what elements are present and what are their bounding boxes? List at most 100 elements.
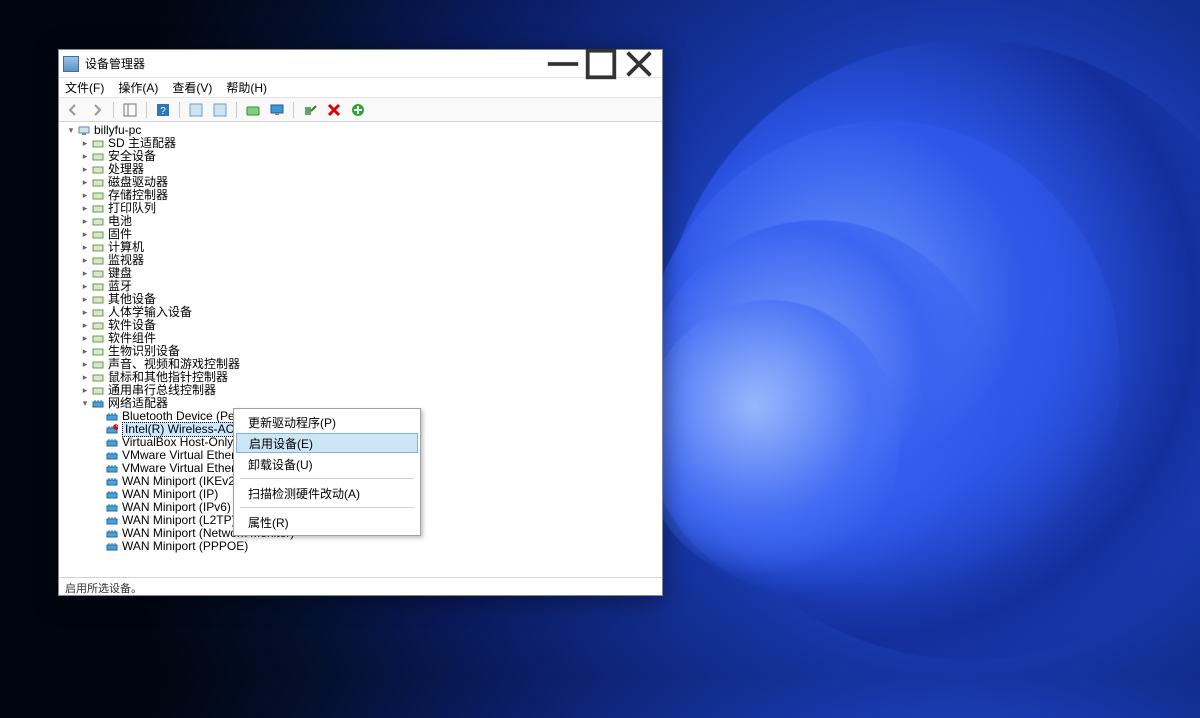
context-menu-item[interactable]: 扫描检测硬件改动(A) [234, 482, 420, 504]
network-adapter-icon [105, 476, 119, 488]
category-node[interactable]: 键盘 [77, 267, 662, 280]
expand-icon[interactable] [79, 242, 91, 254]
expand-icon[interactable] [79, 138, 91, 150]
computer-icon [77, 125, 91, 137]
device-manager-icon [63, 56, 79, 72]
status-text: 启用所选设备。 [65, 583, 142, 595]
category-node[interactable]: SD 主适配器 [77, 137, 662, 150]
menubar: 文件(F) 操作(A) 查看(V) 帮助(H) [59, 78, 662, 98]
toolbar-icon-2[interactable] [210, 100, 230, 120]
toolbar: ? [59, 98, 662, 122]
device-category-icon [91, 359, 105, 371]
device-category-icon [91, 177, 105, 189]
network-adapter-icon [105, 463, 119, 475]
toolbar-icon-1[interactable] [186, 100, 206, 120]
category-node[interactable]: 蓝牙 [77, 280, 662, 293]
expand-icon[interactable] [79, 281, 91, 293]
context-menu: 更新驱动程序(P)启用设备(E)卸载设备(U) 扫描检测硬件改动(A) 属性(R) [233, 408, 421, 536]
category-node[interactable]: 存储控制器 [77, 189, 662, 202]
add-legacy-button[interactable] [348, 100, 368, 120]
window-title: 设备管理器 [85, 55, 544, 72]
expand-icon[interactable] [79, 294, 91, 306]
network-adapter-icon [105, 489, 119, 501]
expand-icon[interactable] [79, 203, 91, 215]
category-node[interactable]: 固件 [77, 228, 662, 241]
network-adapter-icon [105, 528, 119, 540]
category-node[interactable]: 软件设备 [77, 319, 662, 332]
context-menu-item[interactable]: 属性(R) [234, 511, 420, 533]
network-adapter-icon [105, 424, 119, 436]
device-category-icon [91, 164, 105, 176]
category-node[interactable]: 监视器 [77, 254, 662, 267]
expand-icon[interactable] [79, 177, 91, 189]
device-category-icon [91, 242, 105, 254]
scan-hardware-button[interactable] [243, 100, 263, 120]
category-node[interactable]: 人体学输入设备 [77, 306, 662, 319]
context-menu-item[interactable]: 启用设备(E) [236, 433, 418, 453]
status-bar: 启用所选设备。 [59, 577, 662, 595]
category-node[interactable]: 计算机 [77, 241, 662, 254]
context-menu-separator [240, 507, 414, 508]
expand-icon[interactable] [79, 216, 91, 228]
expand-icon[interactable] [79, 255, 91, 267]
network-adapter-icon [105, 541, 119, 553]
network-adapter-icon [105, 450, 119, 462]
device-category-icon [91, 203, 105, 215]
context-menu-separator [240, 478, 414, 479]
menu-action[interactable]: 操作(A) [118, 79, 158, 96]
maximize-button[interactable] [582, 50, 620, 77]
nav-forward-button[interactable] [87, 100, 107, 120]
expand-icon[interactable] [79, 307, 91, 319]
menu-help[interactable]: 帮助(H) [226, 79, 267, 96]
device-category-icon [91, 281, 105, 293]
expand-icon[interactable] [79, 372, 91, 384]
device-category-icon [91, 268, 105, 280]
device-label: WAN Miniport (PPPOE) [122, 540, 248, 553]
device-category-icon [91, 320, 105, 332]
device-node[interactable]: WAN Miniport (PPPOE) [91, 540, 662, 553]
network-adapter-icon [105, 437, 119, 449]
monitor-button[interactable] [267, 100, 287, 120]
expand-icon[interactable] [79, 346, 91, 358]
device-category-icon [91, 294, 105, 306]
context-menu-item[interactable]: 更新驱动程序(P) [234, 411, 420, 433]
expand-icon[interactable] [79, 268, 91, 280]
expand-icon[interactable] [79, 385, 91, 397]
disable-uninstall-button[interactable] [324, 100, 344, 120]
expand-icon[interactable] [79, 164, 91, 176]
context-menu-item[interactable]: 卸载设备(U) [234, 453, 420, 475]
device-category-icon [91, 255, 105, 267]
network-adapter-icon [105, 502, 119, 514]
enable-device-button[interactable] [300, 100, 320, 120]
help-button[interactable]: ? [153, 100, 173, 120]
device-category-icon [91, 151, 105, 163]
minimize-button[interactable] [544, 50, 582, 77]
show-hide-tree-button[interactable] [120, 100, 140, 120]
expand-icon[interactable] [79, 190, 91, 202]
network-adapter-icon [105, 515, 119, 527]
expand-icon[interactable] [79, 333, 91, 345]
category-node[interactable]: 打印队列 [77, 202, 662, 215]
expand-icon[interactable] [79, 359, 91, 371]
device-category-icon [91, 216, 105, 228]
expand-icon[interactable] [79, 398, 91, 410]
category-node[interactable]: 电池 [77, 215, 662, 228]
device-category-icon [91, 333, 105, 345]
expand-icon[interactable] [79, 229, 91, 241]
nav-back-button[interactable] [63, 100, 83, 120]
network-category-icon [91, 398, 105, 410]
device-category-icon [91, 229, 105, 241]
wallpaper-shape [640, 300, 900, 580]
device-category-icon [91, 190, 105, 202]
expand-icon[interactable] [65, 125, 77, 137]
titlebar[interactable]: 设备管理器 [59, 50, 662, 78]
close-button[interactable] [620, 50, 658, 77]
menu-view[interactable]: 查看(V) [172, 79, 212, 96]
menu-file[interactable]: 文件(F) [65, 79, 104, 96]
category-node[interactable]: 安全设备 [77, 150, 662, 163]
device-category-icon [91, 138, 105, 150]
svg-text:?: ? [160, 106, 166, 117]
expand-icon[interactable] [79, 320, 91, 332]
expand-icon[interactable] [79, 151, 91, 163]
device-category-icon [91, 372, 105, 384]
